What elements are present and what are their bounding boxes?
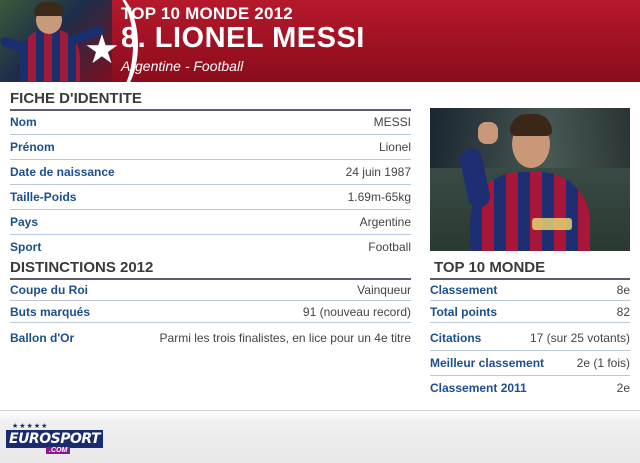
row-value: 2e (1 fois) [576,356,630,370]
row-value: 8e [616,283,630,297]
fiche-row-sport: Sport Football [10,235,411,260]
player-photo [430,108,630,251]
row-label: Taille-Poids [10,190,77,204]
page-title: 8. LIONEL MESSI [121,22,365,54]
logo-euro: EURO [9,431,51,447]
row-value: 17 (sur 25 votants) [529,331,630,345]
logo-sport: SPORT [50,431,101,447]
row-label: Ballon d'Or [10,331,75,345]
top10-section-title: TOP 10 MONDE [434,259,546,276]
row-label: Nom [10,115,37,129]
row-value: Argentine [359,215,411,229]
fiche-row-prenom: Prénom Lionel [10,135,411,160]
row-value: MESSI [373,115,411,129]
row-value: 91 (nouveau record) [302,305,411,319]
row-label: Classement 2011 [430,381,527,395]
distinctions-section-title: DISTINCTIONS 2012 [10,259,154,276]
eurosport-logo[interactable]: ★★★★★ EUROSPORT .COM [6,423,104,458]
fiche-row-pays: Pays Argentine [10,210,411,235]
row-value: Football [368,240,411,254]
row-label: Meilleur classement [430,356,545,370]
row-label: Buts marqués [10,305,91,319]
row-label: Total points [430,305,498,319]
top10-row-citations: Citations 17 (sur 25 votants) [430,326,630,351]
fiche-row-taille-poids: Taille-Poids 1.69m-65kg [10,185,411,210]
stars-decoration: ★★★★★ [12,423,49,430]
row-value: 82 [616,305,630,319]
row-value: 2e [616,381,630,395]
row-value: Parmi les trois finalistes, en lice pour… [159,331,411,345]
logo-com: .COM [46,447,71,454]
top10-row-classement: Classement 8e [430,279,630,301]
ranking-label: TOP 10 MONDE 2012 [121,4,293,23]
row-label: Prénom [10,140,55,154]
fiche-row-naissance: Date de naissance 24 juin 1987 [10,160,411,185]
fiche-section-title: FICHE D'IDENTITE [10,90,142,107]
distinction-row-buts: Buts marqués 91 (nouveau record) [10,301,411,323]
top10-row-points: Total points 82 [430,301,630,323]
top10-row-meilleur: Meilleur classement 2e (1 fois) [430,351,630,376]
row-value: 1.69m-65kg [347,190,411,204]
fiche-row-nom: Nom MESSI [10,110,411,135]
row-value: Vainqueur [357,283,411,297]
star-icon: ★ [84,27,120,73]
row-label: Sport [10,240,42,254]
row-label: Coupe du Roi [10,283,88,297]
row-label: Date de naissance [10,165,115,179]
row-value: Lionel [378,140,411,154]
top10-row-2011: Classement 2011 2e [430,376,630,401]
page-header: ★ TOP 10 MONDE 2012 8. LIONEL MESSI Arge… [0,0,640,82]
row-label: Pays [10,215,39,229]
row-label: Citations [430,331,482,345]
page-subtitle: Argentine - Football [121,58,244,74]
distinction-row-ballon: Ballon d'Or Parmi les trois finalistes, … [10,326,411,351]
distinction-row-coupe: Coupe du Roi Vainqueur [10,279,411,301]
row-label: Classement [430,283,498,297]
row-value: 24 juin 1987 [345,165,411,179]
logo-wordmark: EUROSPORT [6,430,104,448]
